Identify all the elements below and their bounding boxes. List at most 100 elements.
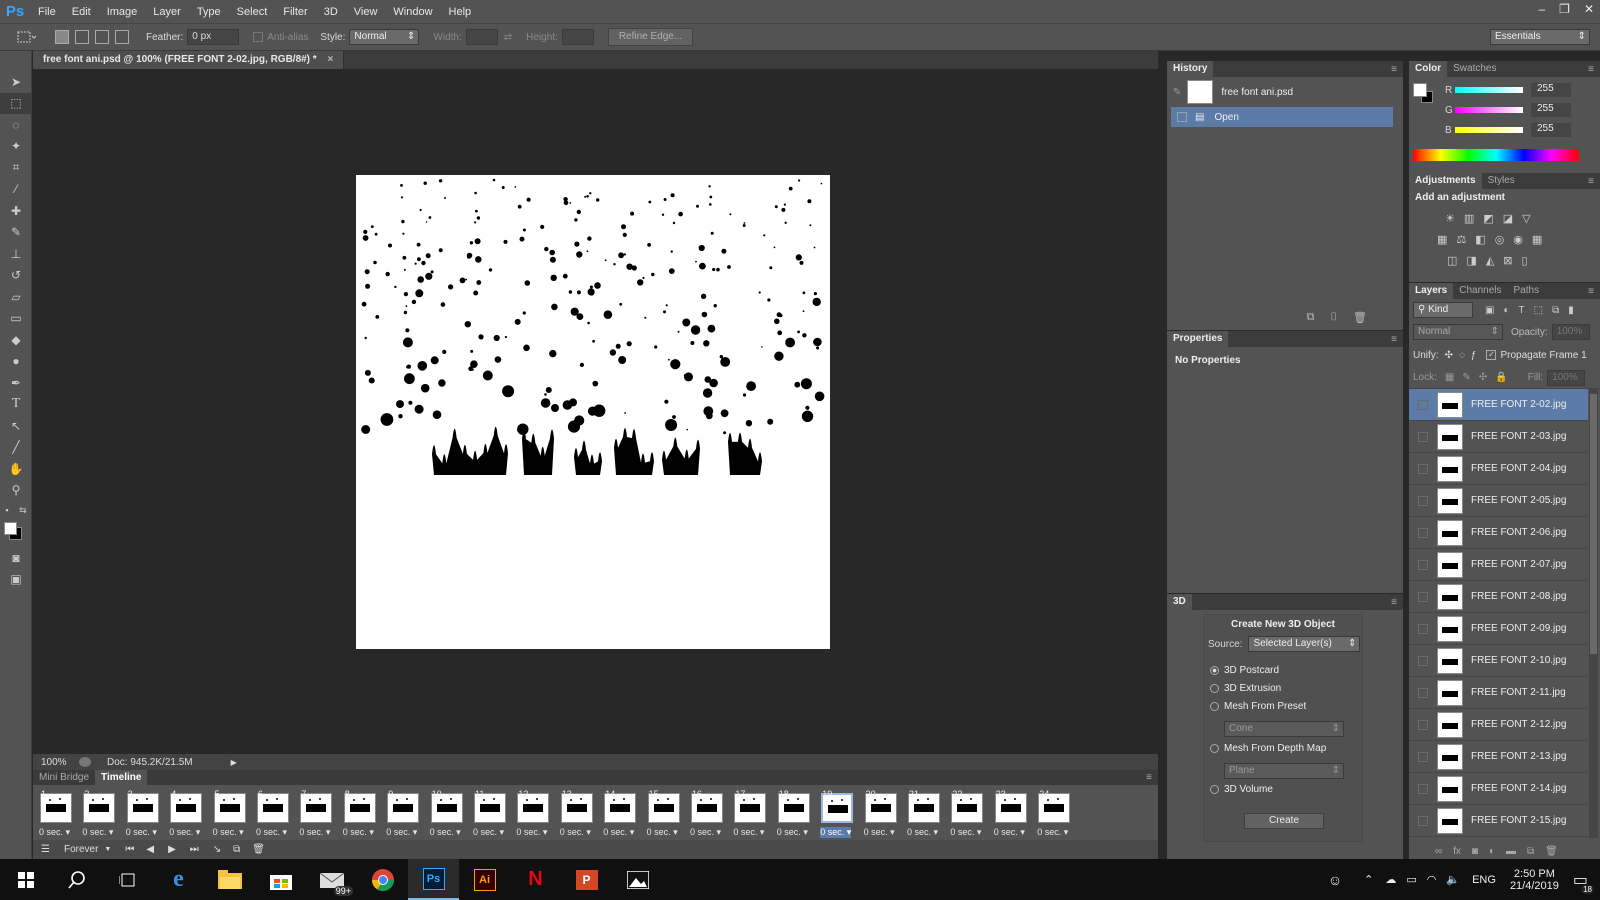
unify-visibility-icon[interactable]: ◌: [1459, 350, 1465, 361]
style-select[interactable]: Normal ⇕: [349, 29, 420, 45]
frame-delay[interactable]: 0 sec. ▾: [256, 827, 287, 838]
tab-adjustments[interactable]: Adjustments: [1409, 173, 1482, 189]
visibility-toggle[interactable]: [1418, 431, 1428, 442]
onedrive-icon[interactable]: ☁: [1385, 873, 1396, 886]
exposure-icon[interactable]: ◪: [1503, 212, 1513, 225]
layers-scrollbar[interactable]: [1589, 388, 1598, 838]
foreground-color-swatch[interactable]: [4, 522, 17, 535]
lasso-tool-icon[interactable]: ◌: [0, 114, 32, 136]
mesh-preset-select[interactable]: Cone ⇕: [1224, 721, 1344, 737]
history-item-open[interactable]: ▤ Open: [1171, 107, 1393, 127]
selective-color-icon[interactable]: ⊠: [1503, 254, 1512, 267]
timeline-frame[interactable]: 15 0 sec. ▾: [645, 789, 681, 838]
brightness-contrast-icon[interactable]: ☀: [1445, 212, 1455, 225]
frame-delay[interactable]: 0 sec. ▾: [169, 827, 200, 838]
posterize-icon[interactable]: ◨: [1466, 254, 1476, 267]
powerpoint-icon[interactable]: P: [561, 859, 612, 900]
layer-list[interactable]: FREE FONT 2-02.jpg FREE FONT 2-03.jpg FREE…: [1409, 389, 1588, 839]
g-input[interactable]: 255: [1531, 103, 1571, 117]
color-balance-icon[interactable]: ⚖: [1456, 233, 1466, 246]
propagate-frame-checkbox[interactable]: ✓: [1486, 350, 1497, 360]
timeline-frame[interactable]: 12 0 sec. ▾: [514, 789, 550, 838]
layer-row[interactable]: FREE FONT 2-05.jpg: [1409, 485, 1588, 517]
layer-row[interactable]: FREE FONT 2-14.jpg: [1409, 773, 1588, 805]
new-group-icon[interactable]: ▬: [1506, 846, 1516, 857]
unify-style-icon[interactable]: ƒ: [1471, 350, 1477, 361]
document-tab[interactable]: free font ani.psd @ 100% (FREE FONT 2-02…: [33, 51, 345, 69]
layer-row[interactable]: FREE FONT 2-02.jpg: [1409, 389, 1588, 421]
tween-icon[interactable]: ↘: [213, 844, 221, 855]
mail-icon[interactable]: 99+: [306, 859, 357, 900]
tab-styles[interactable]: Styles: [1482, 173, 1521, 189]
frame-delay[interactable]: 0 sec. ▾: [430, 827, 461, 838]
duplicate-frame-icon[interactable]: ⧉: [233, 844, 240, 855]
tab-swatches[interactable]: Swatches: [1447, 61, 1502, 77]
radio-button[interactable]: [1210, 666, 1219, 675]
timeline-frame[interactable]: 23 0 sec. ▾: [992, 789, 1028, 838]
crop-tool-icon[interactable]: ⌗: [0, 157, 32, 179]
visibility-toggle[interactable]: [1418, 687, 1428, 698]
r-slider[interactable]: [1455, 87, 1523, 93]
panel-menu-icon[interactable]: ≡: [1391, 334, 1397, 345]
timeline-frame[interactable]: 2 0 sec. ▾: [80, 789, 116, 838]
frame-delay[interactable]: 0 sec. ▾: [82, 827, 113, 838]
fill-input[interactable]: 100%: [1547, 369, 1586, 386]
frame-delay[interactable]: 0 sec. ▾: [733, 827, 764, 838]
foreground-color-swatch[interactable]: [1413, 83, 1427, 97]
timeline-frame[interactable]: 4 0 sec. ▾: [167, 789, 203, 838]
invert-icon[interactable]: ◫: [1447, 254, 1457, 267]
first-frame-icon[interactable]: ⏮: [125, 844, 134, 855]
blend-mode-select[interactable]: Normal ⇕: [1413, 324, 1503, 340]
tab-history[interactable]: History: [1167, 61, 1214, 77]
timeline-frame[interactable]: 17 0 sec. ▾: [731, 789, 767, 838]
filter-toggle-icon[interactable]: ▮: [1568, 305, 1574, 316]
frame-delay[interactable]: 0 sec. ▾: [473, 827, 504, 838]
timeline-frame[interactable]: 6 0 sec. ▾: [254, 789, 290, 838]
layer-row[interactable]: FREE FONT 2-11.jpg: [1409, 677, 1588, 709]
hand-tool-icon[interactable]: ✋: [0, 458, 32, 480]
visibility-toggle[interactable]: [1418, 815, 1428, 826]
menu-help[interactable]: Help: [441, 6, 480, 18]
frame-delay[interactable]: 0 sec. ▾: [386, 827, 417, 838]
layer-row[interactable]: FREE FONT 2-08.jpg: [1409, 581, 1588, 613]
path-selection-tool-icon[interactable]: ↖: [0, 415, 32, 437]
snapshot-icon[interactable]: ⌷: [1330, 311, 1337, 324]
show-hidden-icons[interactable]: ⌃: [1364, 873, 1373, 886]
frame-delay[interactable]: 0 sec. ▾: [39, 827, 70, 838]
color-spectrum-bar[interactable]: [1413, 149, 1579, 161]
timeline-frame[interactable]: 21 0 sec. ▾: [905, 789, 941, 838]
timeline-frame[interactable]: 19 0 sec. ▾: [818, 789, 854, 838]
visibility-toggle[interactable]: [1418, 783, 1428, 794]
tab-timeline[interactable]: Timeline: [95, 770, 148, 785]
marquee-tool-preset-icon[interactable]: [16, 30, 38, 44]
option-3d-volume[interactable]: 3D Volume: [1210, 784, 1273, 795]
menu-type[interactable]: Type: [189, 6, 229, 18]
antialias-checkbox[interactable]: [253, 32, 264, 42]
visibility-toggle[interactable]: [1418, 399, 1428, 410]
new-fill-layer-icon[interactable]: ◐: [1489, 846, 1495, 857]
photos-icon[interactable]: [612, 859, 663, 900]
radio-button[interactable]: [1210, 785, 1219, 794]
frame-delay[interactable]: 0 sec. ▾: [1037, 827, 1068, 838]
timeline-frame[interactable]: 16 0 sec. ▾: [688, 789, 724, 838]
menu-window[interactable]: Window: [385, 6, 440, 18]
action-center-icon[interactable]: ▭ 18: [1573, 870, 1594, 894]
unify-position-icon[interactable]: ✣: [1445, 350, 1453, 361]
frame-delay[interactable]: 0 sec. ▾: [299, 827, 330, 838]
depth-map-select[interactable]: Plane ⇕: [1224, 763, 1344, 779]
width-input[interactable]: [465, 29, 498, 45]
gradient-tool-icon[interactable]: ▭: [0, 308, 32, 330]
layer-mask-icon[interactable]: ◙: [1472, 846, 1478, 857]
color-swatches[interactable]: [0, 519, 31, 547]
store-icon[interactable]: [255, 859, 306, 900]
layer-row[interactable]: FREE FONT 2-04.jpg: [1409, 453, 1588, 485]
workspace-select[interactable]: Essentials ⇕: [1490, 29, 1590, 45]
shape-filter-icon[interactable]: ⬚: [1534, 305, 1543, 316]
option-3d-postcard[interactable]: 3D Postcard: [1210, 665, 1279, 676]
file-explorer-icon[interactable]: [204, 859, 255, 900]
people-icon[interactable]: ☺: [1328, 872, 1342, 888]
frame-delay[interactable]: 0 sec. ▾: [907, 827, 938, 838]
timeline-frame[interactable]: 10 0 sec. ▾: [428, 789, 464, 838]
close-tab-icon[interactable]: ×: [327, 54, 333, 65]
panel-menu-icon[interactable]: ≡: [1588, 64, 1594, 75]
